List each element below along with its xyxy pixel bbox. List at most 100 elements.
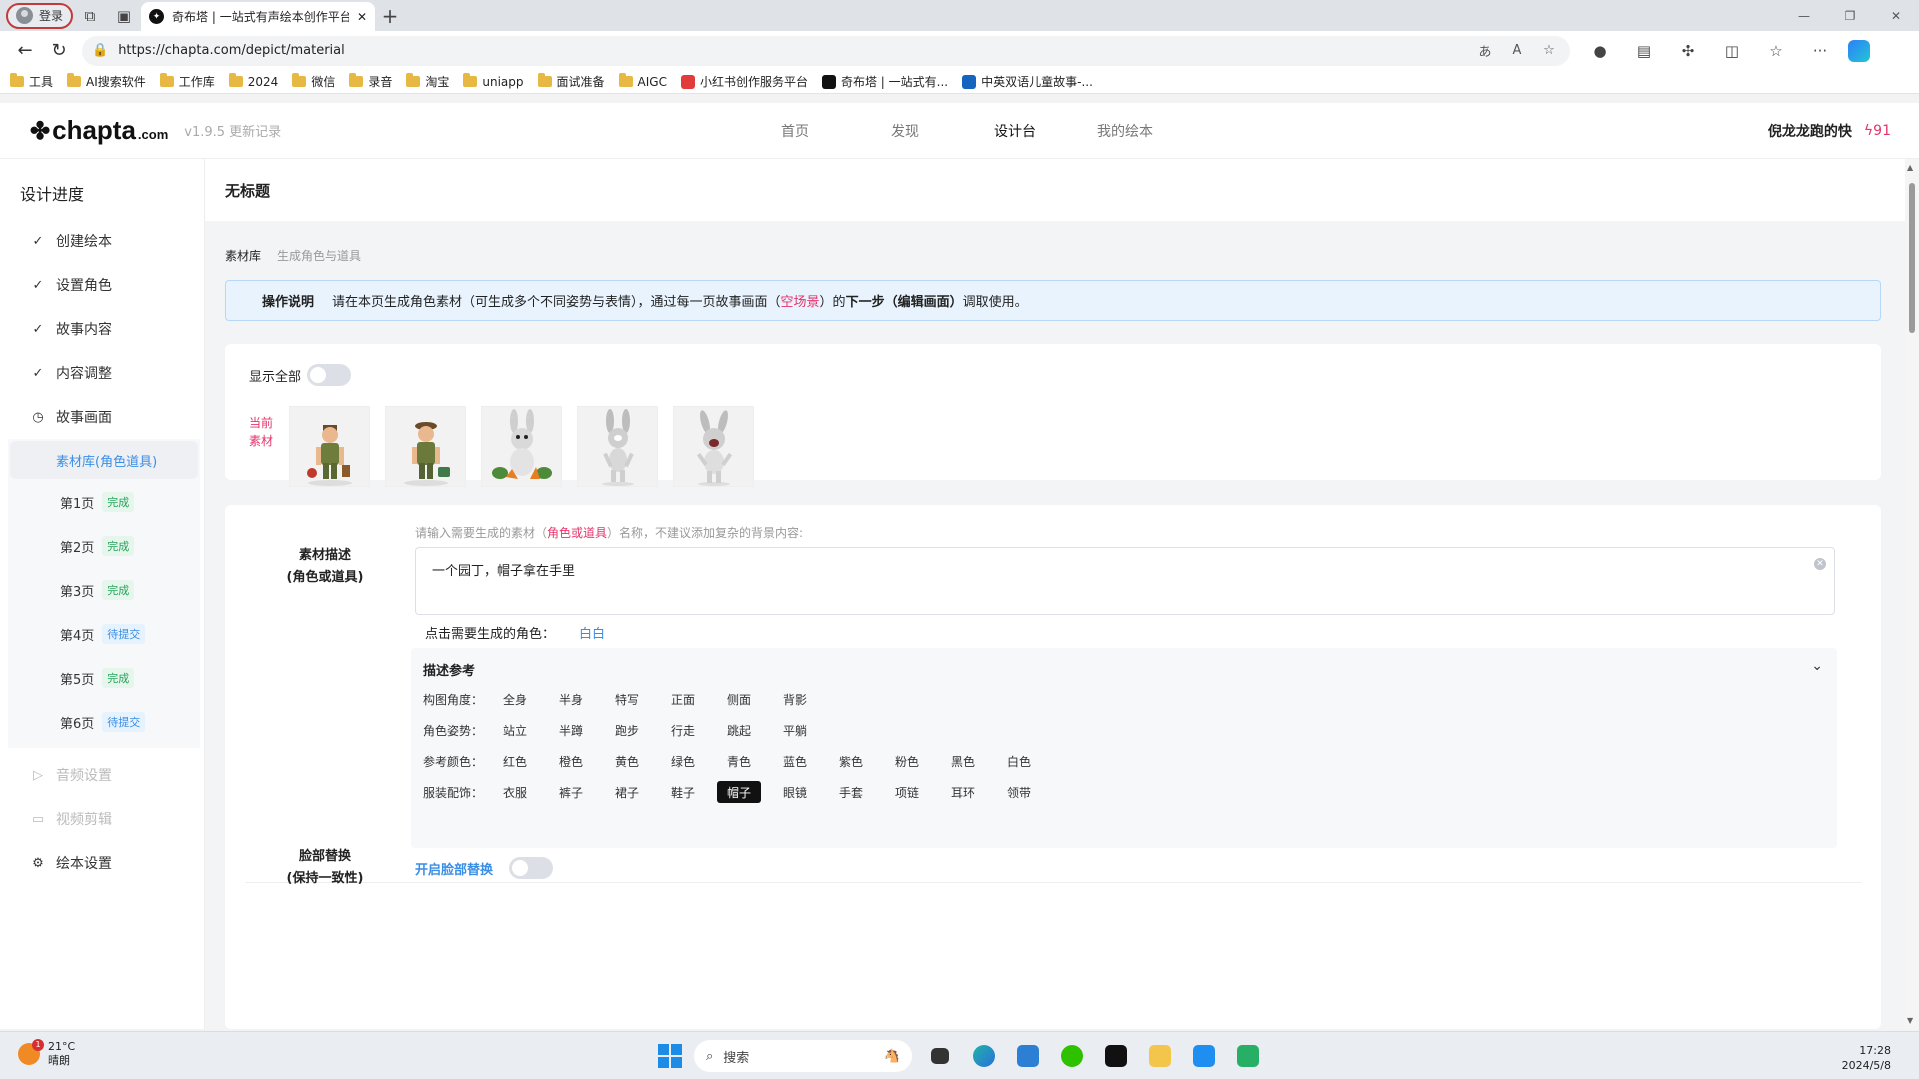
ref-chip[interactable]: 粉色 bbox=[885, 750, 929, 772]
version-link[interactable]: v1.9.5 更新记录 bbox=[184, 121, 281, 140]
ref-chip[interactable]: 项链 bbox=[885, 781, 929, 803]
profile-button[interactable]: 登录 bbox=[6, 2, 74, 29]
ref-chip[interactable]: 半蹲 bbox=[549, 719, 593, 741]
page-scrollbar[interactable]: ▲ ▼ bbox=[1905, 159, 1919, 1029]
bookmark-item[interactable]: 微信 bbox=[292, 73, 335, 90]
extension-icon[interactable]: ● bbox=[1578, 42, 1622, 60]
sidebar-page-2[interactable]: 第2页 完成 bbox=[60, 535, 135, 557]
wallet-icon[interactable]: ▤ bbox=[1622, 42, 1666, 60]
bookmark-item[interactable]: AI搜索软件 bbox=[67, 73, 146, 90]
ref-chip[interactable]: 半身 bbox=[549, 688, 593, 710]
capcut-icon[interactable] bbox=[1100, 1040, 1132, 1072]
read-aloud-icon[interactable]: A bbox=[1506, 43, 1528, 58]
show-all-toggle[interactable] bbox=[307, 364, 352, 386]
more-menu-icon[interactable]: ··· bbox=[1798, 42, 1842, 60]
ref-chip[interactable]: 跳起 bbox=[717, 719, 761, 741]
copilot-icon[interactable] bbox=[1848, 39, 1870, 62]
ref-chip[interactable]: 耳环 bbox=[941, 781, 985, 803]
sidebar-item-characters[interactable]: ✓ 设置角色 bbox=[30, 273, 112, 297]
ref-chip[interactable]: 衣服 bbox=[493, 781, 537, 803]
bookmark-item[interactable]: 录音 bbox=[349, 73, 392, 90]
bookmark-item[interactable]: 奇布塔 | 一站式有... bbox=[821, 73, 948, 90]
remote-desktop-icon[interactable] bbox=[1232, 1040, 1264, 1072]
restore-icon[interactable]: ❐ bbox=[1827, 0, 1873, 31]
windows-start-icon[interactable] bbox=[658, 1044, 682, 1068]
bookmark-item[interactable]: 工具 bbox=[10, 73, 53, 90]
ref-chip[interactable]: 特写 bbox=[605, 688, 649, 710]
minimize-icon[interactable]: — bbox=[1781, 0, 1827, 31]
ref-chip[interactable]: 站立 bbox=[493, 719, 537, 741]
ref-chip[interactable]: 蓝色 bbox=[773, 750, 817, 772]
face-swap-link[interactable]: 开启脸部替换 bbox=[415, 859, 493, 878]
new-tab-button[interactable]: + bbox=[375, 2, 405, 30]
sidebar-item-story[interactable]: ✓ 故事内容 bbox=[30, 317, 112, 341]
ref-chip[interactable]: 眼镜 bbox=[773, 781, 817, 803]
ref-chip[interactable]: 绿色 bbox=[661, 750, 705, 772]
asset-thumbnail-rabbit[interactable] bbox=[481, 406, 562, 487]
character-option[interactable]: 白白 bbox=[579, 623, 605, 642]
ref-chip[interactable]: 黑色 bbox=[941, 750, 985, 772]
bookmark-item[interactable]: uniapp bbox=[463, 73, 524, 89]
bookmark-item[interactable]: 工作库 bbox=[159, 73, 215, 90]
favorites-icon[interactable]: ☆ bbox=[1754, 42, 1798, 60]
workspaces-icon[interactable]: ⧉ bbox=[73, 2, 107, 30]
bookmark-item[interactable]: 小红书创作服务平台 bbox=[680, 73, 808, 90]
ref-chip[interactable]: 黄色 bbox=[605, 750, 649, 772]
tab-generate[interactable]: 生成角色与道具 bbox=[277, 247, 361, 264]
mail-app-icon[interactable] bbox=[1012, 1040, 1044, 1072]
close-tab-icon[interactable]: ✕ bbox=[357, 10, 367, 24]
logo[interactable]: ✤ chapta .com bbox=[30, 115, 168, 146]
ref-chip[interactable]: 背影 bbox=[773, 688, 817, 710]
weather-widget[interactable]: 1 21°C 晴朗 bbox=[18, 1039, 75, 1068]
favorite-star-icon[interactable]: ☆ bbox=[1538, 43, 1560, 58]
material-desc-input[interactable]: 一个园丁，帽子拿在手里 ✕ bbox=[415, 547, 1835, 615]
asset-thumbnail-gardener[interactable] bbox=[289, 406, 370, 487]
ref-chip[interactable]: 紫色 bbox=[829, 750, 873, 772]
ref-chip[interactable]: 红色 bbox=[493, 750, 537, 772]
ref-chip[interactable]: 行走 bbox=[661, 719, 705, 741]
nav-discover[interactable]: 发现 bbox=[850, 121, 960, 141]
chevron-down-icon[interactable]: ⌄ bbox=[1811, 658, 1823, 674]
sidebar-page-3[interactable]: 第3页 完成 bbox=[60, 579, 135, 601]
ref-chip[interactable]: 鞋子 bbox=[661, 781, 705, 803]
ref-chip[interactable]: 正面 bbox=[661, 688, 705, 710]
ref-chip[interactable]: 白色 bbox=[997, 750, 1041, 772]
username[interactable]: 倪龙龙跑的快 bbox=[1768, 121, 1852, 141]
split-screen-icon[interactable]: ◫ bbox=[1710, 42, 1754, 60]
bookmark-item[interactable]: AIGC bbox=[618, 73, 667, 89]
asset-thumbnail-rabbit[interactable] bbox=[577, 406, 658, 487]
extensions-puzzle-icon[interactable]: ✣ bbox=[1666, 42, 1710, 60]
ref-chip[interactable]: 全身 bbox=[493, 688, 537, 710]
bookmark-item[interactable]: 2024 bbox=[228, 73, 278, 89]
ref-chip[interactable]: 青色 bbox=[717, 750, 761, 772]
nav-design[interactable]: 设计台 bbox=[960, 121, 1070, 141]
nav-home[interactable]: 首页 bbox=[740, 121, 850, 141]
page-title[interactable]: 无标题 bbox=[205, 159, 1905, 221]
translate-icon[interactable]: あ bbox=[1474, 41, 1496, 60]
bookmark-item[interactable]: 淘宝 bbox=[406, 73, 449, 90]
clear-icon[interactable]: ✕ bbox=[1814, 558, 1826, 570]
bookmark-item[interactable]: 中英双语儿童故事-... bbox=[962, 73, 1093, 90]
face-swap-toggle[interactable] bbox=[509, 857, 554, 879]
ref-chip[interactable]: 橙色 bbox=[549, 750, 593, 772]
edge-icon[interactable] bbox=[968, 1040, 1000, 1072]
file-explorer-icon[interactable] bbox=[1144, 1040, 1176, 1072]
sidebar-page-4[interactable]: 第4页 待提交 bbox=[60, 623, 146, 645]
back-icon[interactable]: ← bbox=[8, 34, 42, 68]
ref-chip[interactable]: 侧面 bbox=[717, 688, 761, 710]
asset-thumbnail-gardener[interactable] bbox=[385, 406, 466, 487]
refresh-icon[interactable]: ↻ bbox=[42, 34, 76, 68]
ref-chip[interactable]: 裤子 bbox=[549, 781, 593, 803]
asset-thumbnail-rabbit[interactable] bbox=[673, 406, 754, 487]
ref-chip[interactable]: 裙子 bbox=[605, 781, 649, 803]
sidebar-item-create[interactable]: ✓ 创建绘本 bbox=[30, 229, 112, 253]
ref-chip[interactable]: 跑步 bbox=[605, 719, 649, 741]
sidebar-page-5[interactable]: 第5页 完成 bbox=[60, 667, 135, 689]
sidebar-item-settings[interactable]: ⚙ 绘本设置 bbox=[30, 851, 112, 875]
taskbar-search[interactable]: ⌕ 搜索 🐴 bbox=[694, 1040, 912, 1072]
ref-chip[interactable]: 手套 bbox=[829, 781, 873, 803]
wechat-icon[interactable] bbox=[1056, 1040, 1088, 1072]
sidebar-item-material-library[interactable]: 素材库(角色道具) bbox=[10, 441, 198, 479]
url-input[interactable]: 🔒 https://chapta.com/depict/material あ A… bbox=[82, 35, 1570, 66]
bookmark-item[interactable]: 面试准备 bbox=[537, 73, 605, 90]
